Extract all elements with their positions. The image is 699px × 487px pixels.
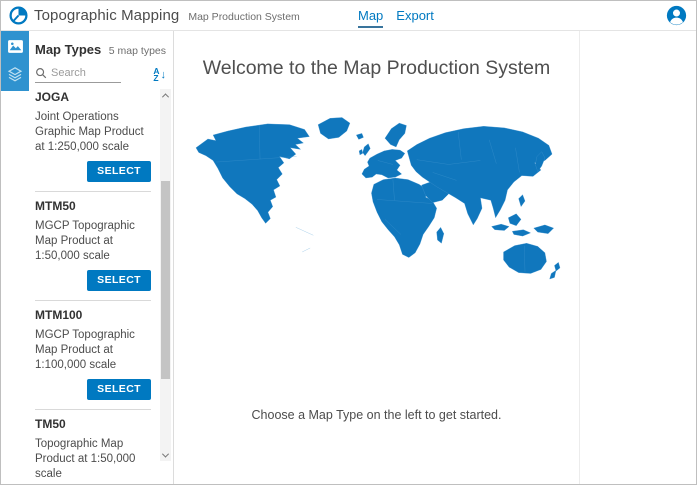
- tool-rail: [1, 31, 29, 485]
- map-image-icon: [7, 38, 24, 55]
- layers-tool-button[interactable]: [1, 60, 29, 87]
- map-type-list: JOGA Joint Operations Graphic Map Produc…: [29, 83, 173, 485]
- map-type-actions: SELECT: [35, 270, 151, 291]
- layers-icon: [7, 66, 23, 82]
- map-type-name: MTM100: [35, 308, 151, 322]
- scrollbar-up-button[interactable]: [160, 89, 171, 101]
- select-button[interactable]: SELECT: [87, 379, 151, 400]
- app-subtitle: Map Production System: [188, 9, 299, 23]
- map-type-name: JOGA: [35, 90, 151, 104]
- chevron-down-icon: [162, 450, 169, 457]
- world-map-image: [178, 100, 576, 287]
- welcome-pane: Welcome to the Map Production System: [174, 31, 580, 485]
- nav-tab-map[interactable]: Map: [358, 3, 383, 28]
- app-window: Topographic Mapping Map Production Syste…: [0, 0, 697, 485]
- instruction-text: Choose a Map Type on the left to get sta…: [174, 408, 579, 422]
- scrollbar-thumb[interactable]: [161, 181, 170, 379]
- map-type-actions: SELECT: [35, 379, 151, 400]
- select-button[interactable]: SELECT: [87, 270, 151, 291]
- search-input[interactable]: [51, 67, 115, 79]
- map-types-panel: Map Types 5 map types A Z ↓: [29, 31, 174, 485]
- search-row: A Z ↓: [29, 57, 173, 83]
- map-types-count: 5 map types: [109, 45, 166, 57]
- panel-title: Map Types: [35, 42, 101, 57]
- right-empty-panel: [580, 31, 696, 485]
- search-icon: [35, 67, 47, 79]
- sort-a-z-icon: A Z: [153, 68, 159, 82]
- map-type-description: MGCP Topographic Map Product at 1:100,00…: [35, 328, 153, 373]
- chevron-up-icon: [162, 93, 169, 100]
- map-type-list-item: MTM50 MGCP Topographic Map Product at 1:…: [35, 192, 151, 298]
- top-navigation: Map Export: [358, 1, 434, 30]
- map-type-actions: SELECT: [35, 161, 151, 182]
- app-title: Topographic Mapping: [34, 7, 179, 24]
- app-logo-globe-icon: [9, 6, 28, 25]
- map-type-list-item: JOGA Joint Operations Graphic Map Produc…: [35, 83, 151, 189]
- map-type-description: Joint Operations Graphic Map Product at …: [35, 110, 153, 155]
- app-body: Map Types 5 map types A Z ↓: [1, 31, 696, 485]
- select-button[interactable]: SELECT: [87, 161, 151, 182]
- map-type-list-item: MTM100 MGCP Topographic Map Product at 1…: [35, 301, 151, 407]
- search-box: [35, 65, 121, 83]
- map-types-panel-header: Map Types 5 map types: [29, 31, 173, 57]
- map-type-description: Topographic Map Product at 1:50,000 scal…: [35, 437, 153, 482]
- app-header: Topographic Mapping Map Production Syste…: [1, 1, 696, 31]
- map-type-name: TM50: [35, 417, 151, 431]
- nav-tab-export[interactable]: Export: [396, 3, 434, 28]
- welcome-title: Welcome to the Map Production System: [174, 57, 579, 80]
- sidebar-scrollbar[interactable]: [160, 89, 171, 461]
- scrollbar-down-button[interactable]: [160, 449, 171, 461]
- world-map-container: [174, 100, 579, 287]
- map-types-tool-button[interactable]: [1, 33, 29, 60]
- map-type-list-item: TM50 Topographic Map Product at 1:50,000…: [35, 410, 151, 485]
- tool-rail-group: [1, 31, 29, 91]
- user-avatar-icon[interactable]: [666, 5, 687, 26]
- map-type-description: MGCP Topographic Map Product at 1:50,000…: [35, 219, 153, 264]
- sort-direction-arrow-icon: ↓: [161, 70, 167, 80]
- sort-a-z-button[interactable]: A Z ↓: [153, 68, 166, 83]
- map-type-name: MTM50: [35, 199, 151, 213]
